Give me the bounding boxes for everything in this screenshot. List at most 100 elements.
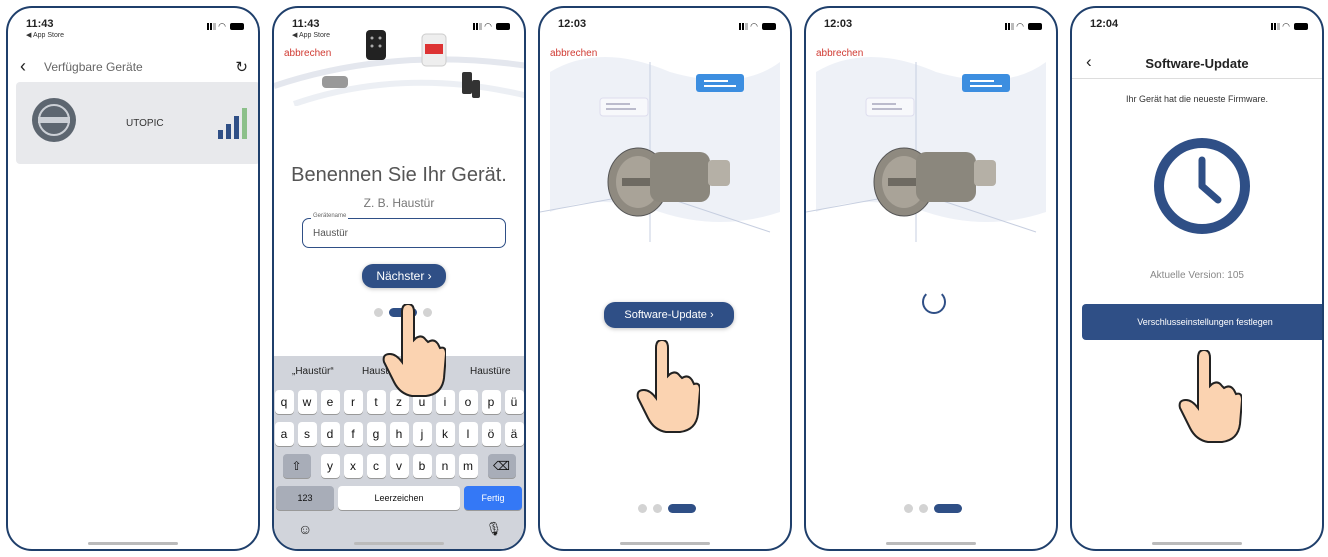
current-version: Aktuelle Version: 105: [1150, 270, 1244, 281]
status-icons: ◠: [473, 21, 510, 32]
status-icons: ◠: [1005, 21, 1042, 32]
done-key[interactable]: Fertig: [464, 486, 522, 510]
key-m[interactable]: m: [458, 454, 478, 478]
page-indicator: [638, 504, 696, 513]
suggestion-1[interactable]: „Haustür“: [292, 366, 334, 377]
page-dot: [919, 504, 928, 513]
status-time: 11:43: [292, 18, 320, 30]
home-indicator: [354, 542, 444, 545]
abort-link[interactable]: abbrechen: [816, 48, 863, 59]
key-s[interactable]: s: [297, 422, 317, 446]
key-d[interactable]: d: [320, 422, 340, 446]
loading-spinner-icon: [922, 290, 946, 314]
lock-settings-button[interactable]: Verschlusseinstellungen festlegen: [1082, 304, 1322, 340]
shift-key[interactable]: ⇧: [282, 454, 311, 478]
key-k[interactable]: k: [435, 422, 455, 446]
lock-cylinder-illustration: [540, 57, 780, 242]
refresh-icon[interactable]: ↻: [235, 58, 248, 76]
screen-update-complete: 12:04 ◠ ‹ Software-Update Ihr Gerät hat …: [1070, 6, 1324, 551]
wifi-icon: ◠: [484, 21, 493, 32]
home-indicator: [1152, 542, 1242, 545]
key-q[interactable]: q: [274, 390, 294, 414]
back-to-app-store[interactable]: ◀ App Store: [292, 31, 510, 39]
key-j[interactable]: j: [412, 422, 432, 446]
key-r[interactable]: r: [343, 390, 363, 414]
signal-icon: [1005, 23, 1015, 31]
page-title: Verfügbare Geräte: [44, 60, 143, 74]
keyboard-row-4: 123 Leerzeichen Fertig: [274, 486, 524, 510]
key-a[interactable]: a: [274, 422, 294, 446]
nav-bar: ‹ Software-Update: [1072, 50, 1322, 79]
page-dot-active: [934, 504, 962, 513]
status-icons: ◠: [207, 21, 244, 32]
key-h[interactable]: h: [389, 422, 409, 446]
wifi-icon: ◠: [750, 21, 759, 32]
suggestion-3[interactable]: Haustüre: [470, 366, 511, 377]
key-g[interactable]: g: [366, 422, 386, 446]
backspace-key[interactable]: ⌫: [487, 454, 516, 478]
field-value: Haustür: [313, 228, 349, 239]
field-label: Gerätename: [311, 213, 349, 219]
key-v[interactable]: v: [389, 454, 409, 478]
wifi-icon: ◠: [1016, 21, 1025, 32]
nav-bar: ‹ Verfügbare Geräte ↻: [8, 56, 258, 78]
next-button[interactable]: Nächster ›: [362, 264, 446, 288]
back-chevron-icon[interactable]: ‹: [20, 56, 26, 77]
page-dot: [904, 504, 913, 513]
status-bar: 12:03 ◠: [558, 18, 776, 46]
pointing-hand-icon: [636, 340, 700, 433]
key-c[interactable]: c: [366, 454, 386, 478]
microphone-icon[interactable]: 🎙: [485, 521, 502, 537]
wifi-icon: ◠: [1282, 21, 1291, 32]
status-time: 12:04: [1090, 18, 1119, 30]
key-ä[interactable]: ä: [504, 422, 524, 446]
key-ü[interactable]: ü: [504, 390, 524, 414]
space-key[interactable]: Leerzeichen: [338, 486, 460, 510]
home-indicator: [88, 542, 178, 545]
battery-icon: [496, 23, 510, 31]
abort-link[interactable]: abbrechen: [550, 48, 597, 59]
page-title: Benennen Sie Ihr Gerät.: [291, 164, 507, 186]
signal-icon: [1271, 23, 1281, 31]
device-card[interactable]: UTOPIC: [16, 82, 258, 164]
key-l[interactable]: l: [458, 422, 478, 446]
example-hint: Z. B. Haustür: [363, 196, 435, 210]
screen-update-prompt: 12:03 ◠ abbrechen Software-Update ›: [538, 6, 792, 551]
lock-cylinder-illustration: [806, 57, 1046, 242]
page-indicator: [904, 504, 962, 513]
device-name: UTOPIC: [126, 118, 164, 129]
key-ö[interactable]: ö: [481, 422, 501, 446]
screen-updating: 12:03 ◠ abbrechen: [804, 6, 1058, 551]
key-b[interactable]: b: [412, 454, 432, 478]
keyboard-row-3: ⇧ yxcvbnm ⌫: [274, 454, 524, 478]
status-time: 12:03: [558, 18, 587, 30]
device-name-field[interactable]: Gerätename Haustür: [302, 213, 506, 248]
key-p[interactable]: p: [481, 390, 501, 414]
software-update-button[interactable]: Software-Update ›: [604, 302, 734, 328]
signal-icon: [207, 23, 217, 31]
pointing-hand-icon: [382, 304, 446, 397]
key-y[interactable]: y: [320, 454, 340, 478]
page-dot: [653, 504, 662, 513]
numbers-key[interactable]: 123: [276, 486, 334, 510]
back-to-app-store[interactable]: ◀ App Store: [26, 31, 244, 39]
key-n[interactable]: n: [435, 454, 455, 478]
key-e[interactable]: e: [320, 390, 340, 414]
page-dot-active: [668, 504, 696, 513]
keyboard-letter-group: yxcvbnm: [320, 454, 478, 478]
emoji-icon[interactable]: ☺: [298, 521, 312, 537]
pointing-hand-icon: [1178, 350, 1242, 443]
battery-icon: [1294, 23, 1308, 31]
battery-icon: [230, 23, 244, 31]
key-o[interactable]: o: [458, 390, 478, 414]
key-x[interactable]: x: [343, 454, 363, 478]
status-bar: 11:43 ◀ App Store ◠: [26, 18, 244, 46]
page-title: Software-Update: [1145, 56, 1249, 71]
abort-link[interactable]: abbrechen: [284, 48, 331, 59]
key-f[interactable]: f: [343, 422, 363, 446]
key-w[interactable]: w: [297, 390, 317, 414]
home-indicator: [620, 542, 710, 545]
status-icons: ◠: [1271, 21, 1308, 32]
signal-strength-icon: [218, 108, 247, 139]
screen-available-devices: 11:43 ◀ App Store ◠ ‹ Verfügbare Geräte …: [6, 6, 260, 551]
